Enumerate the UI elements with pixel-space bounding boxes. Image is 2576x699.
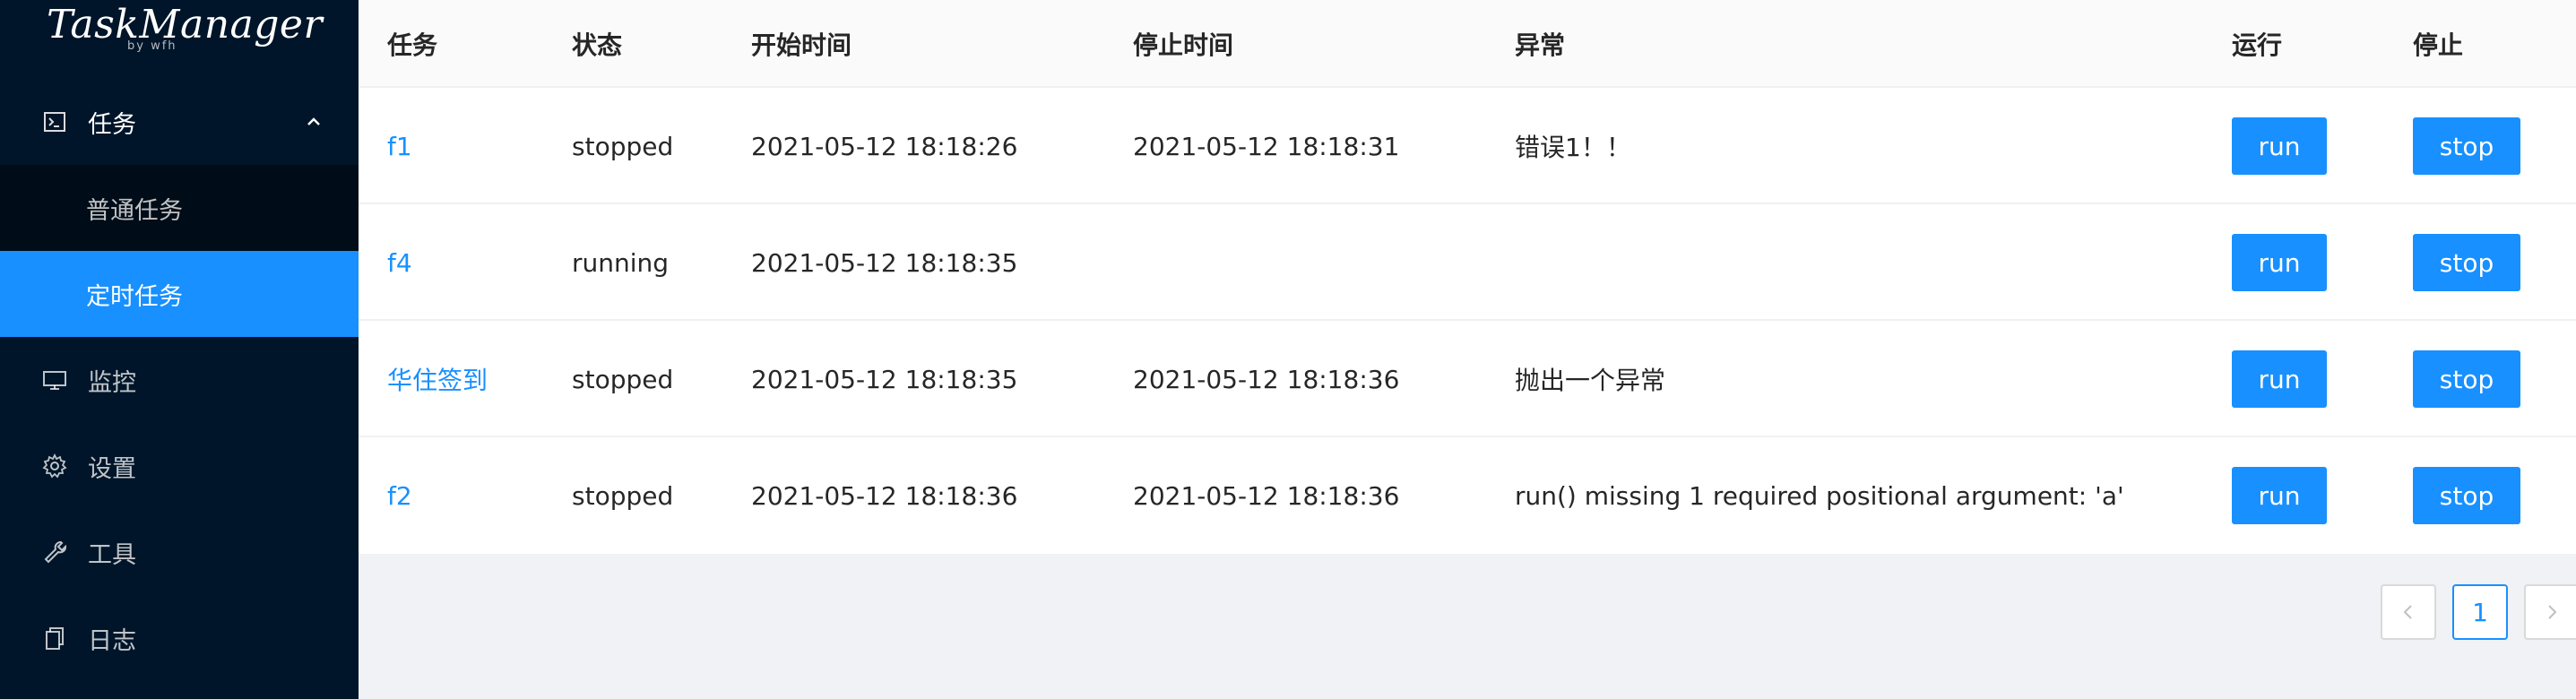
task-status: stopped [572, 364, 674, 394]
table-header: 任务 状态 开始时间 停止时间 异常 运行 停止 [359, 0, 2576, 88]
stop-button[interactable]: stop [2413, 234, 2520, 291]
task-stop-time: 2021-05-12 18:18:36 [1133, 480, 1400, 511]
column-header-run: 运行 [2232, 30, 2283, 60]
run-button[interactable]: run [2232, 234, 2327, 291]
task-stop-time: 2021-05-12 18:18:36 [1133, 364, 1400, 394]
sidebar-item-scheduled-tasks[interactable]: 定时任务 [0, 251, 359, 337]
task-stop-time: 2021-05-12 18:18:31 [1133, 131, 1400, 161]
pagination: 1 [2381, 584, 2576, 640]
column-header-stop-time: 停止时间 [1133, 30, 1234, 60]
sidebar-group-tasks[interactable]: 任务 [0, 79, 359, 165]
column-header-stop: 停止 [2413, 30, 2464, 60]
run-button[interactable]: run [2232, 467, 2327, 524]
column-header-status: 状态 [572, 30, 623, 60]
chevron-right-icon [2548, 605, 2557, 619]
task-start-time: 2021-05-12 18:18:35 [751, 364, 1018, 394]
task-status: stopped [572, 480, 674, 511]
task-name-link[interactable]: 华住签到 [387, 361, 488, 397]
stop-button[interactable]: stop [2413, 467, 2520, 524]
sidebar-item-label: 普通任务 [86, 196, 183, 225]
wrench-icon [41, 539, 68, 565]
sidebar-item-label: 日志 [88, 626, 136, 655]
desktop-icon [41, 367, 68, 393]
run-button[interactable]: run [2232, 117, 2327, 175]
stop-button[interactable]: stop [2413, 350, 2520, 408]
sidebar-item-normal-tasks[interactable]: 普通任务 [0, 165, 359, 251]
sidebar: TaskManager by wfh 任务 普通任务 定时任务 监控 设置 工具 [0, 0, 359, 699]
chevron-up-icon [307, 117, 320, 125]
sidebar-item-settings[interactable]: 设置 [0, 423, 359, 509]
task-name-link[interactable]: f4 [387, 248, 412, 278]
task-error: 错误1！！ [1515, 133, 1631, 162]
sidebar-item-label: 设置 [88, 454, 136, 483]
task-start-time: 2021-05-12 18:18:35 [751, 247, 1018, 278]
column-header-start-time: 开始时间 [751, 30, 852, 60]
sidebar-item-label: 监控 [88, 368, 136, 397]
sidebar-item-label: 工具 [88, 540, 136, 569]
column-header-error: 异常 [1515, 30, 1566, 60]
pagination-next-button[interactable] [2524, 584, 2576, 640]
column-header-task: 任务 [387, 30, 438, 60]
gear-icon [41, 453, 68, 479]
sidebar-group-label: 任务 [88, 110, 136, 139]
task-name-link[interactable]: f1 [387, 132, 412, 161]
task-error: 抛出一个异常 [1515, 366, 1666, 395]
pagination-prev-button[interactable] [2381, 584, 2436, 640]
task-table: 任务 状态 开始时间 停止时间 异常 运行 停止 f1 stopped 2021… [359, 0, 2576, 554]
logo-subtitle: by wfh [127, 39, 177, 53]
stop-button[interactable]: stop [2413, 117, 2520, 175]
table-row: f4 running 2021-05-12 18:18:35 run stop [359, 204, 2576, 321]
task-status: stopped [572, 131, 674, 161]
pagination-page-1[interactable]: 1 [2452, 584, 2508, 640]
terminal-icon [41, 108, 68, 135]
sidebar-item-monitor[interactable]: 监控 [0, 337, 359, 423]
app-logo[interactable]: TaskManager by wfh [0, 0, 359, 70]
task-error: run() missing 1 required positional argu… [1515, 480, 2124, 511]
logo-title: TaskManager [47, 2, 323, 47]
task-status: running [572, 247, 670, 278]
table-row: f1 stopped 2021-05-12 18:18:26 2021-05-1… [359, 88, 2576, 204]
sidebar-item-logs[interactable]: 日志 [0, 595, 359, 681]
table-row: 华住签到 stopped 2021-05-12 18:18:35 2021-05… [359, 321, 2576, 437]
main-content: 任务 状态 开始时间 停止时间 异常 运行 停止 f1 stopped 2021… [359, 0, 2576, 699]
sidebar-item-tools[interactable]: 工具 [0, 509, 359, 595]
task-start-time: 2021-05-12 18:18:26 [751, 131, 1018, 161]
sidebar-item-label: 定时任务 [86, 282, 183, 311]
task-name-link[interactable]: f2 [387, 481, 412, 511]
submenu-tasks: 普通任务 定时任务 [0, 165, 359, 337]
copy-icon [41, 625, 68, 652]
table-row: f2 stopped 2021-05-12 18:18:36 2021-05-1… [359, 437, 2576, 554]
run-button[interactable]: run [2232, 350, 2327, 408]
task-start-time: 2021-05-12 18:18:36 [751, 480, 1018, 511]
chevron-left-icon [2403, 605, 2412, 619]
